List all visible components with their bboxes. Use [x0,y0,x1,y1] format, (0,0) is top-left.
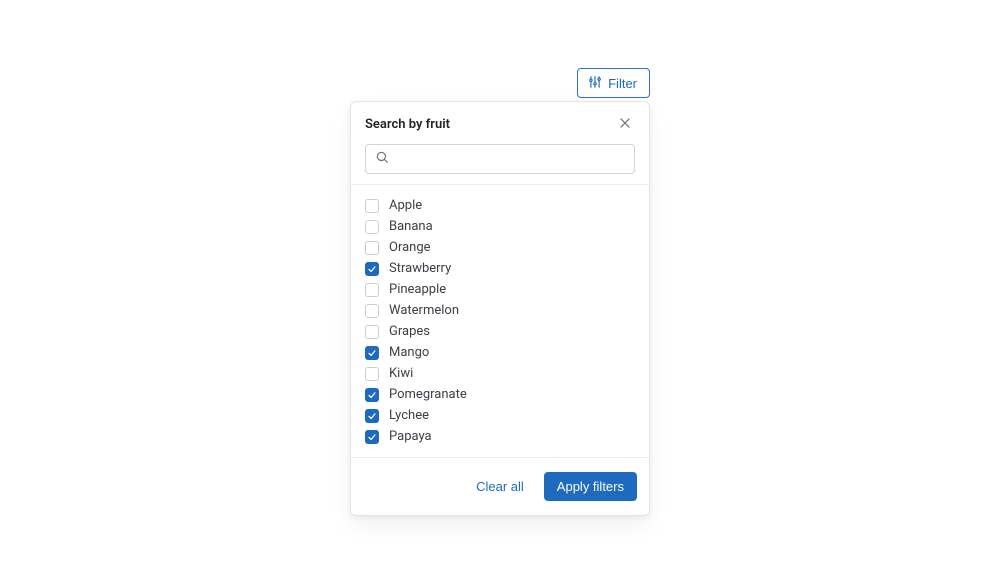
checkbox[interactable] [365,325,379,339]
checkbox[interactable] [365,304,379,318]
option-label: Strawberry [389,261,451,276]
filter-button-label: Filter [608,76,637,91]
option-label: Lychee [389,408,429,423]
option-label: Banana [389,219,433,234]
option-item[interactable]: Strawberry [365,258,643,279]
option-item[interactable]: Mango [365,342,643,363]
filter-panel: Search by fruit [350,101,650,516]
close-icon [618,116,632,133]
checkbox[interactable] [365,367,379,381]
option-label: Apple [389,198,422,213]
option-label: Pomegranate [389,387,467,402]
clear-all-button[interactable]: Clear all [470,475,530,498]
option-label: Pineapple [389,282,446,297]
checkbox[interactable] [365,409,379,423]
option-item[interactable]: Banana [365,216,643,237]
option-item[interactable]: Grapes [365,321,643,342]
panel-header: Search by fruit [351,102,649,185]
option-item[interactable]: Pomegranate [365,384,643,405]
filter-button[interactable]: Filter [577,68,650,98]
option-item[interactable]: Apple [365,195,643,216]
option-label: Watermelon [389,303,459,318]
checkbox[interactable] [365,262,379,276]
checkbox[interactable] [365,430,379,444]
options-list[interactable]: Apple Banana Orange Strawberry Pineapple Wate… [365,195,643,447]
panel-footer: Clear all Apply filters [351,457,649,515]
checkbox[interactable] [365,346,379,360]
option-item[interactable]: Papaya [365,426,643,447]
apply-filters-button[interactable]: Apply filters [544,472,637,501]
search-input[interactable] [365,144,635,174]
checkbox[interactable] [365,241,379,255]
panel-title: Search by fruit [365,117,450,132]
option-label: Papaya [389,429,432,444]
checkbox[interactable] [365,283,379,297]
option-label: Kiwi [389,366,413,381]
option-item[interactable]: Kiwi [365,363,643,384]
sliders-icon [588,75,602,92]
option-label: Mango [389,345,429,360]
checkbox[interactable] [365,388,379,402]
option-item[interactable]: Lychee [365,405,643,426]
option-item[interactable]: Orange [365,237,643,258]
option-item[interactable]: Pineapple [365,279,643,300]
checkbox[interactable] [365,199,379,213]
search-field [365,144,635,174]
option-label: Grapes [389,324,430,339]
option-item[interactable]: Watermelon [365,300,643,321]
checkbox[interactable] [365,220,379,234]
search-icon [375,150,389,168]
options-list-container: Apple Banana Orange Strawberry Pineapple Wate… [351,185,649,457]
option-label: Orange [389,240,431,255]
close-button[interactable] [615,114,635,134]
